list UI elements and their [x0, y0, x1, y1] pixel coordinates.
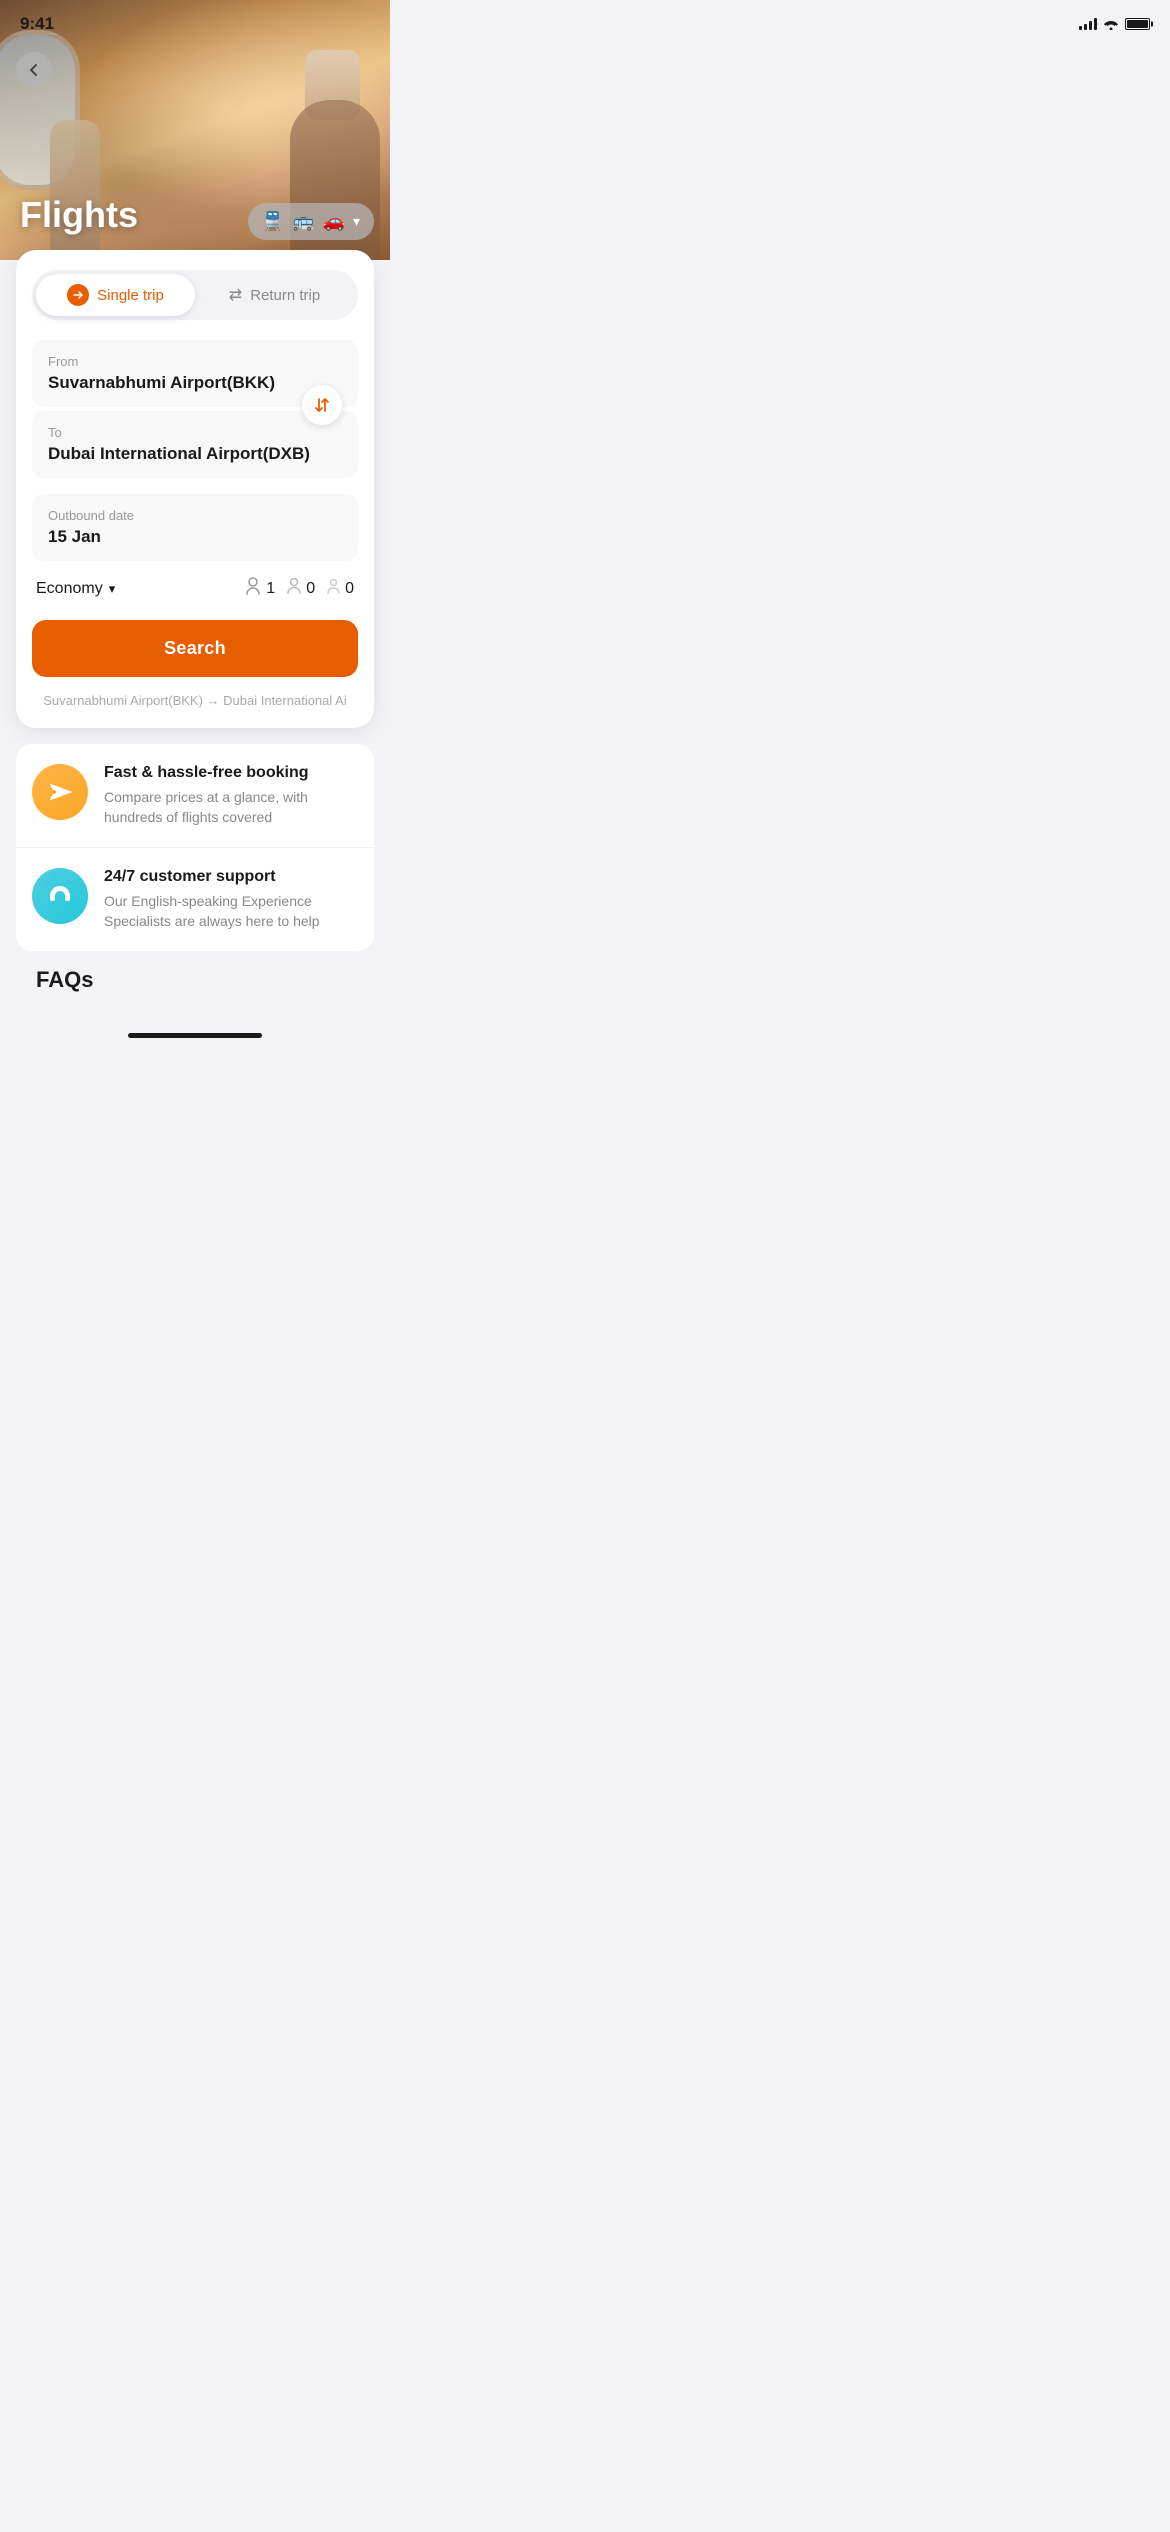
- return-trip-icon: ⇄: [229, 285, 242, 305]
- transport-selector[interactable]: 🚆 🚌 🚗 ▾: [248, 203, 374, 240]
- faqs-heading: FAQs: [16, 951, 374, 1001]
- train-icon: 🚆: [262, 211, 284, 232]
- fast-booking-title: Fast & hassle-free booking: [104, 764, 358, 782]
- back-button[interactable]: [16, 52, 52, 88]
- support-feature-icon: [32, 868, 88, 924]
- search-button[interactable]: Search: [32, 620, 358, 677]
- infant-count: 0: [327, 579, 354, 599]
- home-indicator-bar: [128, 1033, 262, 1038]
- status-bar: 9:41: [0, 0, 1170, 38]
- from-label: From: [48, 354, 342, 369]
- from-value: Suvarnabhumi Airport(BKK): [48, 373, 342, 393]
- to-value: Dubai International Airport(DXB): [48, 444, 342, 464]
- to-label: To: [48, 425, 342, 440]
- single-trip-icon: [67, 284, 89, 306]
- status-time: 9:41: [20, 14, 54, 34]
- home-indicator: [0, 1025, 390, 1058]
- seat-left: [50, 120, 100, 260]
- signal-bars-icon: [1079, 18, 1097, 30]
- swap-button[interactable]: [302, 385, 342, 425]
- customer-support-title: 24/7 customer support: [104, 868, 358, 886]
- feature-customer-support: 24/7 customer support Our English-speaki…: [16, 847, 374, 951]
- child-icon: [287, 578, 301, 599]
- child-number: 0: [306, 580, 315, 598]
- recent-search-text: Suvarnabhumi Airport(BKK) → Dubai Intern…: [43, 693, 347, 708]
- wifi-icon: [1103, 18, 1119, 30]
- child-count: 0: [287, 578, 315, 599]
- passenger-counts[interactable]: 1 0: [245, 577, 354, 600]
- trip-toggle: Single trip ⇄ Return trip: [32, 270, 358, 320]
- customer-support-desc: Our English-speaking Experience Speciali…: [104, 892, 358, 931]
- car-icon: 🚗: [323, 211, 345, 232]
- fast-booking-text: Fast & hassle-free booking Compare price…: [104, 764, 358, 827]
- transport-chevron-icon: ▾: [353, 213, 360, 230]
- hero-section: Flights 🚆 🚌 🚗 ▾: [0, 0, 390, 260]
- adult-count: 1: [245, 577, 275, 600]
- single-trip-option[interactable]: Single trip: [36, 274, 195, 316]
- main-content: Single trip ⇄ Return trip From Suvarnabh…: [0, 250, 390, 1025]
- status-icons: [1079, 18, 1150, 30]
- class-label: Economy: [36, 580, 103, 598]
- infant-icon: [327, 579, 340, 599]
- class-chevron-icon: ▾: [109, 581, 116, 597]
- feature-fast-booking: Fast & hassle-free booking Compare price…: [16, 744, 374, 847]
- passengers-row: Economy ▾ 1: [32, 577, 358, 600]
- single-trip-label: Single trip: [97, 287, 164, 304]
- infant-number: 0: [345, 580, 354, 598]
- flight-feature-icon: [32, 764, 88, 820]
- battery-icon: [1125, 18, 1150, 30]
- booking-card: Single trip ⇄ Return trip From Suvarnabh…: [16, 250, 374, 728]
- recent-search[interactable]: Suvarnabhumi Airport(BKK) → Dubai Intern…: [32, 693, 358, 708]
- date-field[interactable]: Outbound date 15 Jan: [32, 494, 358, 561]
- class-selector[interactable]: Economy ▾: [36, 580, 115, 598]
- flight-inputs: From Suvarnabhumi Airport(BKK) To Dubai …: [32, 340, 358, 478]
- date-value: 15 Jan: [48, 527, 342, 547]
- adult-number: 1: [266, 580, 275, 598]
- features-container: Fast & hassle-free booking Compare price…: [16, 744, 374, 951]
- fast-booking-desc: Compare prices at a glance, with hundred…: [104, 788, 358, 827]
- bus-icon: 🚌: [292, 211, 314, 232]
- return-trip-label: Return trip: [250, 287, 320, 304]
- return-trip-option[interactable]: ⇄ Return trip: [195, 274, 354, 316]
- customer-support-text: 24/7 customer support Our English-speaki…: [104, 868, 358, 931]
- date-label: Outbound date: [48, 508, 342, 523]
- adult-icon: [245, 577, 261, 600]
- page-title: Flights: [20, 194, 138, 236]
